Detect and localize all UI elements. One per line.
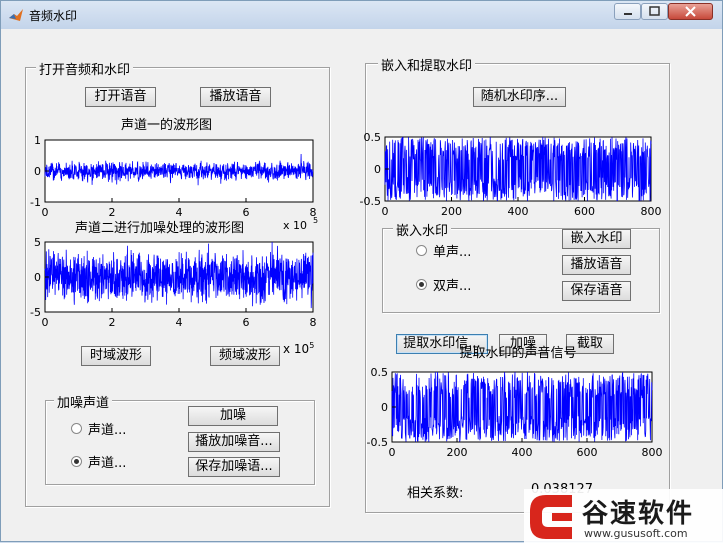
x-tick-label: 0 — [382, 205, 389, 218]
site-logo: 谷速软件 www.gususoft.com — [524, 489, 723, 543]
y-tick-label: -1 — [30, 196, 41, 209]
y-tick-label: 0.5 — [371, 366, 389, 379]
x-tick-label: 2 — [109, 316, 116, 329]
x-tick-label: 800 — [642, 446, 663, 459]
add-noise-button[interactable]: 加噪 — [188, 406, 278, 426]
y-tick-label: 1 — [34, 134, 41, 147]
embed-watermark-group-title: 嵌入水印 — [393, 220, 452, 239]
maximize-icon — [649, 6, 660, 16]
open-audio-panel-title: 打开音频和水印 — [36, 59, 134, 78]
channel1-waveform-chart: 10-10 2 4 6 8x 10 5 — [30, 134, 318, 232]
close-button[interactable] — [668, 3, 713, 20]
save-noisy-audio-button[interactable]: 保存加噪语... — [188, 457, 280, 477]
x-tick-label: 200 — [441, 205, 462, 218]
x-tick-label: 4 — [176, 316, 183, 329]
minimize-icon — [624, 13, 632, 15]
noise-channel-radio-2[interactable]: 声道... — [71, 452, 126, 471]
save-embedded-audio-button[interactable]: 保存语音 — [562, 281, 631, 301]
x-tick-label: 0 — [389, 446, 396, 459]
x-tick-label: 200 — [447, 446, 468, 459]
minimize-button[interactable] — [614, 3, 641, 20]
frequency-domain-button[interactable]: 频域波形 — [210, 346, 280, 366]
y-tick-label: 0 — [34, 165, 41, 178]
y-tick-label: 0.5 — [364, 131, 382, 144]
stereo-channel-radio[interactable]: 双声... — [416, 275, 471, 294]
x-tick-label: 600 — [574, 205, 595, 218]
play-noisy-audio-button[interactable]: 播放加噪音... — [188, 432, 280, 452]
mono-channel-radio[interactable]: 单声... — [416, 241, 471, 260]
chart2-exponent: x 105 — [283, 341, 315, 356]
y-tick-label: 0 — [374, 163, 381, 176]
radio-selected-icon — [416, 279, 427, 290]
y-tick-label: -0.5 — [367, 436, 388, 449]
radio-unselected-icon — [416, 245, 427, 256]
logo-brand-text: 谷速软件 — [582, 499, 695, 529]
channel2-noisy-waveform-chart: 50-50 2 4 6 8 — [30, 236, 317, 329]
play-embedded-audio-button[interactable]: 播放语音 — [562, 255, 631, 275]
y-tick-label: 5 — [34, 236, 41, 249]
embed-extract-panel-title: 嵌入和提取水印 — [378, 55, 476, 74]
x-tick-label: 6 — [243, 316, 250, 329]
x-tick-label: 8 — [310, 316, 317, 329]
random-watermark-button[interactable]: 随机水印序... — [473, 87, 566, 107]
embed-watermark-button[interactable]: 嵌入水印 — [562, 229, 631, 249]
app-window: 音频水印 打开音频和水印 打开语音 播放语音 声道一的波形图 1 0 -1 0 2 4 6 8… — [0, 0, 723, 543]
close-icon — [685, 6, 696, 17]
correlation-label: 相关系数: — [407, 486, 464, 501]
logo-icon — [530, 495, 572, 539]
x-tick-label: 0 — [42, 206, 49, 219]
y-tick-label: -0.5 — [360, 195, 381, 208]
noise-channel-radio-1[interactable]: 声道... — [71, 419, 126, 438]
time-domain-button[interactable]: 时域波形 — [81, 346, 151, 366]
noise-channel-group-title: 加噪声道 — [54, 392, 113, 411]
matlab-icon — [9, 9, 23, 21]
x-tick-label: 400 — [508, 205, 529, 218]
y-tick-label: -5 — [30, 306, 41, 319]
y-tick-label: 0 — [34, 271, 41, 284]
title-bar[interactable]: 音频水印 — [1, 1, 722, 29]
x-tick-label: 800 — [641, 205, 662, 218]
chart-r2-title: 提取水印的声音信号 — [459, 345, 576, 361]
x-tick-label: 400 — [512, 446, 533, 459]
x-tick-label: 0 — [42, 316, 49, 329]
open-audio-button[interactable]: 打开语音 — [85, 87, 156, 107]
extracted-watermark-chart: 提取水印的声音信号0.50-0.50 200 400 600 800 — [367, 345, 663, 459]
watermark-sequence-chart: 0.50-0.50 200 400 600 800 — [360, 131, 662, 218]
play-audio-button[interactable]: 播放语音 — [200, 87, 271, 107]
y-tick-label: 0 — [381, 401, 388, 414]
logo-url-text: www.gususoft.com — [584, 527, 688, 540]
window-title: 音频水印 — [29, 9, 78, 23]
chart1-exponent-power: 5 — [313, 216, 318, 225]
radio-unselected-icon — [71, 423, 82, 434]
maximize-button[interactable] — [641, 3, 668, 20]
radio-selected-icon — [71, 456, 82, 467]
x-tick-label: 600 — [577, 446, 598, 459]
